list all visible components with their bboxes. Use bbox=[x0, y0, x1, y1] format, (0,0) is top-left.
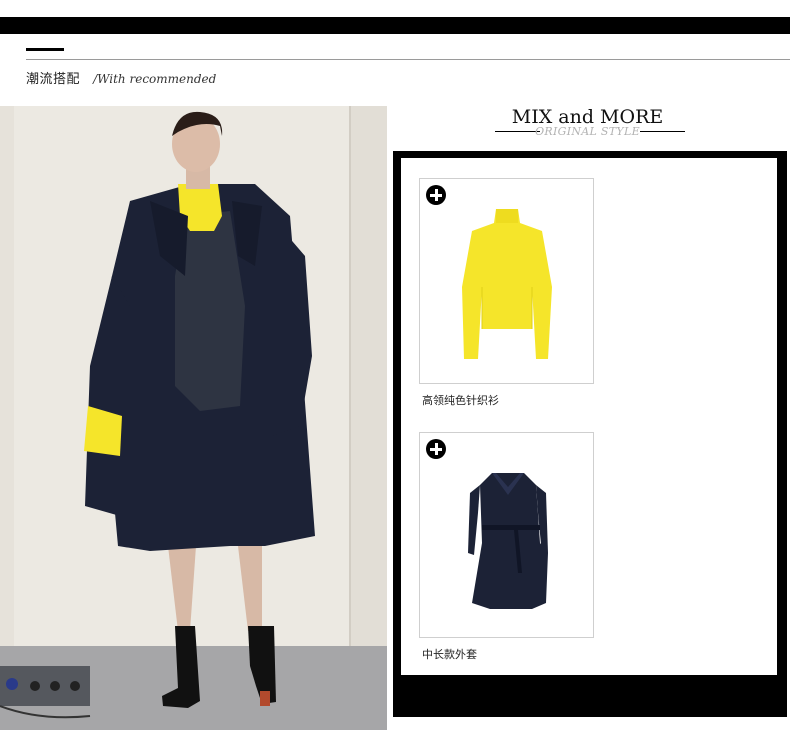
top-black-bar bbox=[0, 17, 790, 34]
plus-circle-icon[interactable] bbox=[426, 185, 446, 205]
product-image-box[interactable] bbox=[419, 178, 594, 384]
product-name[interactable]: 中长款外套 bbox=[422, 646, 594, 662]
model-photo bbox=[0, 106, 387, 730]
coat-image bbox=[468, 473, 548, 609]
product-name[interactable]: 高领纯色针织衫 bbox=[422, 392, 594, 408]
product-image-box[interactable] bbox=[419, 432, 594, 638]
section-heading: 潮流搭配 /With recommended bbox=[26, 68, 216, 87]
mix-subtitle: ORIGINAL STYLE bbox=[535, 125, 640, 138]
plus-circle-icon[interactable] bbox=[426, 439, 446, 459]
sweater-image bbox=[462, 209, 552, 359]
product-card[interactable]: 中长款外套 bbox=[419, 432, 594, 662]
section-accent-rule bbox=[26, 48, 64, 51]
section-subtitle: /With recommended bbox=[93, 72, 217, 86]
section-title: 潮流搭配 bbox=[26, 72, 81, 87]
product-card[interactable]: 高领纯色针织衫 bbox=[419, 178, 594, 408]
section-divider bbox=[26, 59, 790, 60]
